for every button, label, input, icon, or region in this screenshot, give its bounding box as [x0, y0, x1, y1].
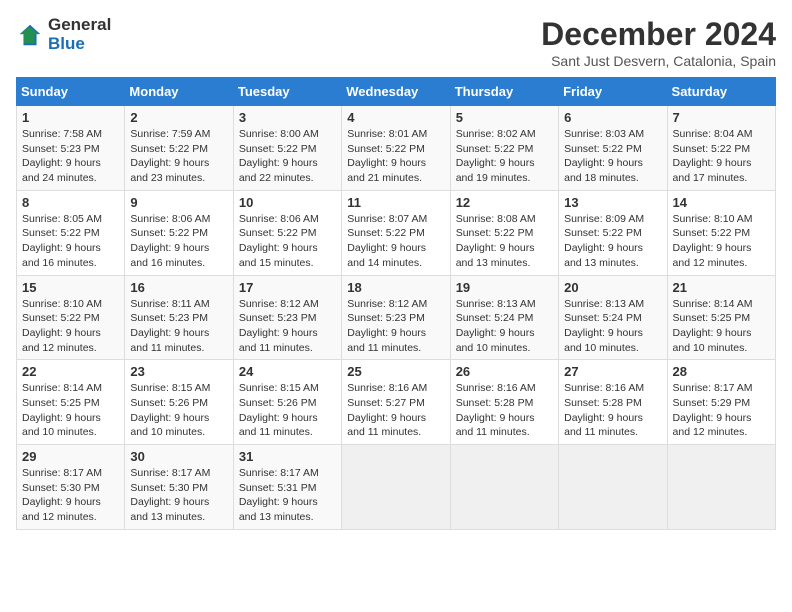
- table-row: 2 Sunrise: 7:59 AMSunset: 5:22 PMDayligh…: [125, 106, 233, 191]
- table-row: 29 Sunrise: 8:17 AMSunset: 5:30 PMDaylig…: [17, 445, 125, 530]
- table-row: 30 Sunrise: 8:17 AMSunset: 5:30 PMDaylig…: [125, 445, 233, 530]
- table-row: 14 Sunrise: 8:10 AMSunset: 5:22 PMDaylig…: [667, 190, 775, 275]
- calendar-week-4: 22 Sunrise: 8:14 AMSunset: 5:25 PMDaylig…: [17, 360, 776, 445]
- col-sunday: Sunday: [17, 78, 125, 106]
- calendar-table: Sunday Monday Tuesday Wednesday Thursday…: [16, 77, 776, 530]
- table-row: 1 Sunrise: 7:58 AMSunset: 5:23 PMDayligh…: [17, 106, 125, 191]
- table-row: 25 Sunrise: 8:16 AMSunset: 5:27 PMDaylig…: [342, 360, 450, 445]
- table-row: 15 Sunrise: 8:10 AMSunset: 5:22 PMDaylig…: [17, 275, 125, 360]
- col-monday: Monday: [125, 78, 233, 106]
- table-row: 20 Sunrise: 8:13 AMSunset: 5:24 PMDaylig…: [559, 275, 667, 360]
- table-row: 7 Sunrise: 8:04 AMSunset: 5:22 PMDayligh…: [667, 106, 775, 191]
- table-row: 23 Sunrise: 8:15 AMSunset: 5:26 PMDaylig…: [125, 360, 233, 445]
- table-row: 18 Sunrise: 8:12 AMSunset: 5:23 PMDaylig…: [342, 275, 450, 360]
- calendar-week-2: 8 Sunrise: 8:05 AMSunset: 5:22 PMDayligh…: [17, 190, 776, 275]
- table-row: 16 Sunrise: 8:11 AMSunset: 5:23 PMDaylig…: [125, 275, 233, 360]
- table-row: 5 Sunrise: 8:02 AMSunset: 5:22 PMDayligh…: [450, 106, 558, 191]
- table-row: 27 Sunrise: 8:16 AMSunset: 5:28 PMDaylig…: [559, 360, 667, 445]
- empty-cell: [450, 445, 558, 530]
- table-row: 10 Sunrise: 8:06 AMSunset: 5:22 PMDaylig…: [233, 190, 341, 275]
- col-friday: Friday: [559, 78, 667, 106]
- sub-title: Sant Just Desvern, Catalonia, Spain: [541, 53, 776, 69]
- col-wednesday: Wednesday: [342, 78, 450, 106]
- table-row: 6 Sunrise: 8:03 AMSunset: 5:22 PMDayligh…: [559, 106, 667, 191]
- table-row: 28 Sunrise: 8:17 AMSunset: 5:29 PMDaylig…: [667, 360, 775, 445]
- col-saturday: Saturday: [667, 78, 775, 106]
- calendar-header-row: Sunday Monday Tuesday Wednesday Thursday…: [17, 78, 776, 106]
- table-row: 4 Sunrise: 8:01 AMSunset: 5:22 PMDayligh…: [342, 106, 450, 191]
- logo-blue: Blue: [48, 35, 111, 54]
- empty-cell: [342, 445, 450, 530]
- calendar-week-1: 1 Sunrise: 7:58 AMSunset: 5:23 PMDayligh…: [17, 106, 776, 191]
- logo-general: General: [48, 16, 111, 35]
- table-row: 13 Sunrise: 8:09 AMSunset: 5:22 PMDaylig…: [559, 190, 667, 275]
- header: General Blue December 2024 Sant Just Des…: [16, 16, 776, 69]
- calendar-week-3: 15 Sunrise: 8:10 AMSunset: 5:22 PMDaylig…: [17, 275, 776, 360]
- empty-cell: [667, 445, 775, 530]
- table-row: 8 Sunrise: 8:05 AMSunset: 5:22 PMDayligh…: [17, 190, 125, 275]
- table-row: 24 Sunrise: 8:15 AMSunset: 5:26 PMDaylig…: [233, 360, 341, 445]
- col-thursday: Thursday: [450, 78, 558, 106]
- table-row: 31 Sunrise: 8:17 AMSunset: 5:31 PMDaylig…: [233, 445, 341, 530]
- col-tuesday: Tuesday: [233, 78, 341, 106]
- table-row: 17 Sunrise: 8:12 AMSunset: 5:23 PMDaylig…: [233, 275, 341, 360]
- logo-icon: [16, 21, 44, 49]
- table-row: 22 Sunrise: 8:14 AMSunset: 5:25 PMDaylig…: [17, 360, 125, 445]
- main-title: December 2024: [541, 16, 776, 53]
- table-row: 11 Sunrise: 8:07 AMSunset: 5:22 PMDaylig…: [342, 190, 450, 275]
- title-area: December 2024 Sant Just Desvern, Catalon…: [541, 16, 776, 69]
- table-row: 3 Sunrise: 8:00 AMSunset: 5:22 PMDayligh…: [233, 106, 341, 191]
- table-row: 9 Sunrise: 8:06 AMSunset: 5:22 PMDayligh…: [125, 190, 233, 275]
- table-row: 21 Sunrise: 8:14 AMSunset: 5:25 PMDaylig…: [667, 275, 775, 360]
- table-row: 26 Sunrise: 8:16 AMSunset: 5:28 PMDaylig…: [450, 360, 558, 445]
- logo-text: General Blue: [48, 16, 111, 53]
- logo: General Blue: [16, 16, 111, 53]
- table-row: 12 Sunrise: 8:08 AMSunset: 5:22 PMDaylig…: [450, 190, 558, 275]
- calendar-week-5: 29 Sunrise: 8:17 AMSunset: 5:30 PMDaylig…: [17, 445, 776, 530]
- empty-cell: [559, 445, 667, 530]
- table-row: 19 Sunrise: 8:13 AMSunset: 5:24 PMDaylig…: [450, 275, 558, 360]
